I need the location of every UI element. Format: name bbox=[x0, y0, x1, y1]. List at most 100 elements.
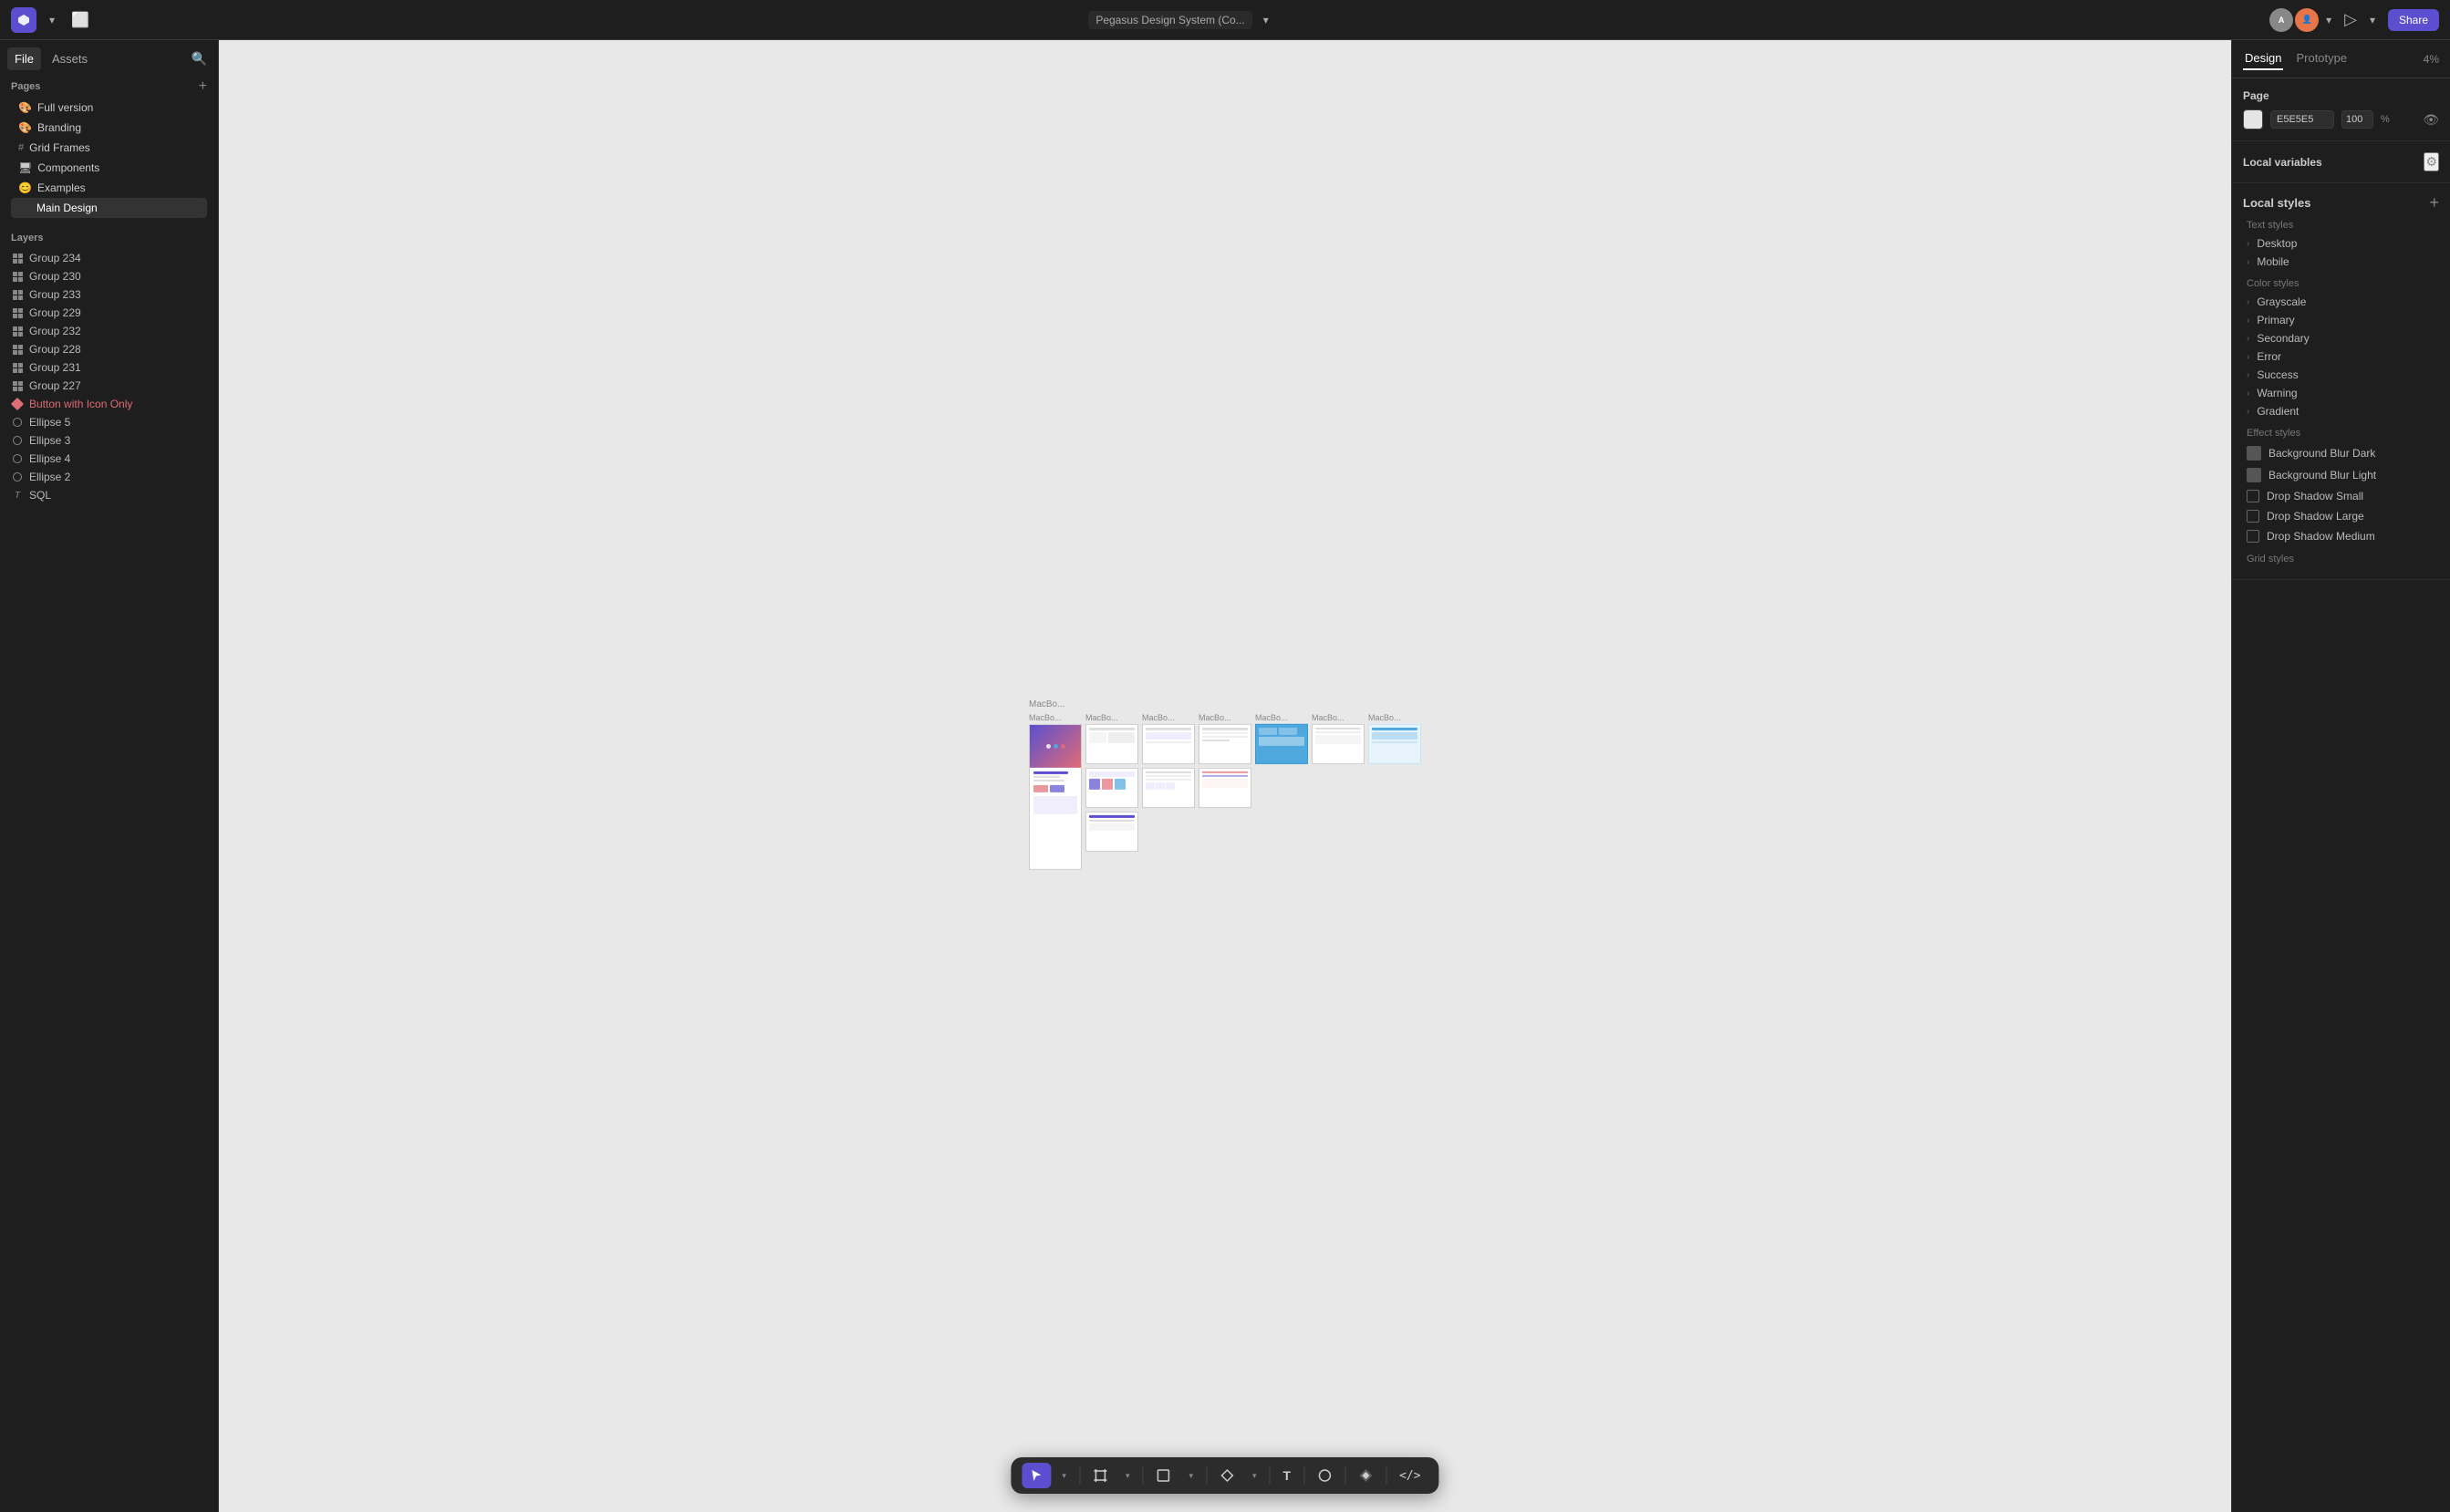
style-success[interactable]: › Success bbox=[2243, 366, 2439, 384]
select-dropdown-btn[interactable]: ▾ bbox=[1054, 1465, 1074, 1486]
layer-ellipse-2[interactable]: Ellipse 2 bbox=[0, 468, 218, 486]
frame-thumb-4[interactable] bbox=[1255, 724, 1308, 764]
frame-tool-btn[interactable] bbox=[1085, 1463, 1115, 1488]
style-warning[interactable]: › Warning bbox=[2243, 384, 2439, 402]
tab-prototype[interactable]: Prototype bbox=[2294, 47, 2349, 70]
frame-thumb-8[interactable] bbox=[1142, 768, 1195, 808]
select-tool-btn[interactable] bbox=[1022, 1463, 1051, 1488]
toolbar-divider-4 bbox=[1270, 1466, 1271, 1485]
pen-dropdown-btn[interactable]: ▾ bbox=[1245, 1465, 1264, 1486]
style-grayscale[interactable]: › Grayscale bbox=[2243, 293, 2439, 311]
frame-main-tall[interactable] bbox=[1029, 724, 1082, 870]
page-item-full-version[interactable]: 🎨 Full version bbox=[11, 98, 207, 118]
effect-drop-shadow-small[interactable]: Drop Shadow Small bbox=[2243, 486, 2439, 506]
tab-design[interactable]: Design bbox=[2243, 47, 2283, 70]
layer-group-230[interactable]: Group 230 bbox=[0, 267, 218, 285]
layer-button-icon[interactable]: Button with Icon Only bbox=[0, 395, 218, 413]
style-label: Desktop bbox=[2257, 237, 2297, 250]
code-tool-btn[interactable]: </> bbox=[1392, 1464, 1427, 1488]
chevron-right-icon: › bbox=[2247, 388, 2249, 399]
style-error[interactable]: › Error bbox=[2243, 347, 2439, 366]
layer-group-232[interactable]: Group 232 bbox=[0, 322, 218, 340]
effect-drop-shadow-large[interactable]: Drop Shadow Large bbox=[2243, 506, 2439, 526]
style-primary[interactable]: › Primary bbox=[2243, 311, 2439, 329]
page-item-main-design[interactable]: Main Design bbox=[11, 198, 207, 218]
presentation-btn[interactable]: ⬜ bbox=[67, 7, 93, 33]
frame-label-0: MacBo... bbox=[1029, 713, 1082, 722]
shape-dropdown-btn[interactable]: ▾ bbox=[1181, 1465, 1200, 1486]
menu-dropdown-btn[interactable]: ▾ bbox=[44, 10, 60, 30]
frame-dropdown-btn[interactable]: ▾ bbox=[1118, 1465, 1137, 1486]
layer-sql[interactable]: T SQL bbox=[0, 486, 218, 504]
layer-group-228[interactable]: Group 228 bbox=[0, 340, 218, 358]
frame-thumb-1[interactable] bbox=[1085, 724, 1138, 764]
style-desktop[interactable]: › Desktop bbox=[2243, 234, 2439, 253]
layer-ellipse-3[interactable]: Ellipse 3 bbox=[0, 431, 218, 450]
frame-thumb-5[interactable] bbox=[1312, 724, 1365, 764]
layer-group-229[interactable]: Group 229 bbox=[0, 304, 218, 322]
pen-tool-btn[interactable] bbox=[1212, 1463, 1241, 1488]
share-btn[interactable]: Share bbox=[2388, 9, 2439, 31]
zoom-level-btn[interactable]: 4% bbox=[2424, 53, 2439, 66]
play-dropdown-btn[interactable]: ▾ bbox=[2364, 10, 2381, 30]
local-vars-settings-btn[interactable]: ⚙ bbox=[2424, 152, 2439, 171]
frame-thumb-6[interactable] bbox=[1368, 724, 1421, 764]
page-label: Full version bbox=[37, 101, 93, 114]
frame-thumb-7[interactable] bbox=[1085, 768, 1138, 808]
style-secondary[interactable]: › Secondary bbox=[2243, 329, 2439, 347]
frame-thumb-10[interactable] bbox=[1085, 812, 1138, 852]
page-color-hex-input[interactable] bbox=[2270, 110, 2334, 129]
panel-tabs: File Assets 🔍 bbox=[0, 40, 218, 70]
play-btn[interactable]: ▷ bbox=[2344, 10, 2357, 29]
style-label: Error bbox=[2257, 350, 2281, 363]
chevron-right-icon: › bbox=[2247, 316, 2249, 326]
layer-group-icon bbox=[11, 379, 24, 392]
layer-group-234[interactable]: Group 234 bbox=[0, 249, 218, 267]
page-item-components[interactable]: 🖥 Components bbox=[11, 158, 207, 178]
avatar-dropdown-btn[interactable]: ▾ bbox=[2320, 10, 2337, 30]
effect-drop-shadow-medium[interactable]: Drop Shadow Medium bbox=[2243, 526, 2439, 546]
style-gradient[interactable]: › Gradient bbox=[2243, 402, 2439, 420]
layer-ellipse-4[interactable]: Ellipse 4 bbox=[0, 450, 218, 468]
frame-thumb-2[interactable] bbox=[1142, 724, 1195, 764]
layer-label: Button with Icon Only bbox=[29, 398, 132, 410]
chevron-right-icon: › bbox=[2247, 334, 2249, 344]
style-mobile[interactable]: › Mobile bbox=[2243, 253, 2439, 271]
layer-group-icon bbox=[11, 252, 24, 264]
effect-bg-blur-dark[interactable]: Background Blur Dark bbox=[2243, 442, 2439, 464]
style-label: Grayscale bbox=[2257, 295, 2306, 308]
search-btn[interactable]: 🔍 bbox=[188, 47, 211, 70]
layers-header: Layers bbox=[0, 229, 218, 249]
add-style-btn[interactable]: + bbox=[2429, 194, 2439, 211]
project-dropdown-btn[interactable]: ▾ bbox=[1258, 10, 1274, 30]
shape-tool-btn[interactable] bbox=[1148, 1463, 1178, 1488]
frame-thumb-9[interactable] bbox=[1199, 768, 1251, 808]
canvas[interactable]: MacBo... MacBo... bbox=[219, 40, 2231, 1512]
add-page-btn[interactable]: + bbox=[199, 79, 207, 94]
layer-group-233[interactable]: Group 233 bbox=[0, 285, 218, 304]
frame-thumb-3[interactable] bbox=[1199, 724, 1251, 764]
tab-file[interactable]: File bbox=[7, 47, 41, 70]
page-emoji: 🎨 bbox=[18, 101, 32, 114]
layer-label: Group 231 bbox=[29, 361, 81, 374]
text-tool-btn[interactable]: T bbox=[1276, 1463, 1299, 1488]
layer-ellipse-5[interactable]: Ellipse 5 bbox=[0, 413, 218, 431]
right-panel: Design Prototype 4% Page % 👁 Local varia… bbox=[2231, 40, 2450, 1512]
effect-bg-blur-light[interactable]: Background Blur Light bbox=[2243, 464, 2439, 486]
tab-assets[interactable]: Assets bbox=[45, 47, 95, 70]
layer-group-icon bbox=[11, 325, 24, 337]
ellipse-tool-btn[interactable] bbox=[1310, 1463, 1339, 1488]
chevron-right-icon: › bbox=[2247, 352, 2249, 362]
layer-group-227[interactable]: Group 227 bbox=[0, 377, 218, 395]
page-section-title: Page bbox=[2243, 89, 2269, 102]
page-item-grid-frames[interactable]: # Grid Frames bbox=[11, 138, 207, 158]
effect-label: Background Blur Dark bbox=[2268, 447, 2375, 460]
layer-group-231[interactable]: Group 231 bbox=[0, 358, 218, 377]
visibility-btn[interactable]: 👁 bbox=[2423, 112, 2439, 128]
page-opacity-input[interactable] bbox=[2341, 110, 2373, 129]
page-color-swatch[interactable] bbox=[2243, 109, 2263, 129]
page-item-examples[interactable]: 😊 Examples bbox=[11, 178, 207, 198]
logo-icon[interactable] bbox=[11, 7, 36, 33]
page-item-branding[interactable]: 🎨 Branding bbox=[11, 118, 207, 138]
components-tool-btn[interactable] bbox=[1351, 1463, 1380, 1488]
